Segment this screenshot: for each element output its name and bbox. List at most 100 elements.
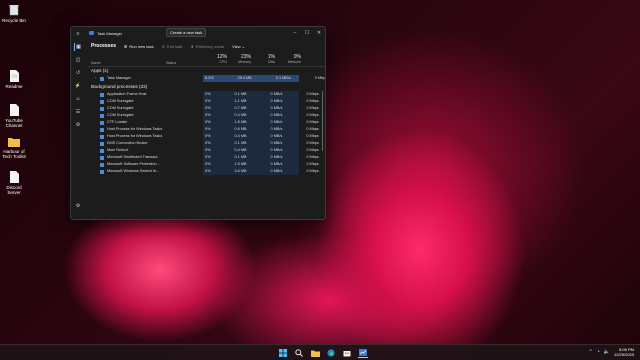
column-status[interactable]: Status [166,61,176,65]
network-value: 0 Mbps [306,92,319,96]
process-icon [100,106,104,111]
network-value: 0 Mbps [306,162,319,166]
desktop-icon-label: Readme [5,84,23,89]
network-value: 0 Mbps [306,99,319,103]
disk-value: 0 MB/s [270,113,283,117]
process-row[interactable]: Microsoft Distributed Transact... 0% 0.1 M… [87,154,319,161]
process-row[interactable]: Host Process for Windows Tasks 0% 0.4 MB 0 … [87,133,319,140]
process-name-text: COM Surrogate [107,106,134,110]
scrollbar[interactable] [321,91,323,151]
task-manager-app-icon [89,31,94,35]
memory-value: 1.5 MB [234,162,247,166]
efficiency-mode-button[interactable]: ❦ Efficiency mode [191,44,225,49]
file-explorer-button[interactable] [310,348,320,358]
desktop-icon-label: Harbour of Tech Toolkit [2,149,26,159]
process-icon [100,141,104,146]
maximize-button[interactable]: ☐ [301,30,313,36]
app-row[interactable]: › Task Manager 6.2% 29.4 MB 0.1 MB/s 0 Mbps [87,75,325,82]
users-nav-icon[interactable]: ☺ [74,95,82,103]
process-icon [100,134,104,139]
services-nav-icon[interactable]: ⚙ [74,121,82,129]
volume-icon[interactable]: 🔈 [604,349,610,355]
process-name-text: CTF Loader [107,120,128,124]
details-nav-icon[interactable]: ☰ [74,108,82,116]
minimize-button[interactable]: – [289,30,301,36]
process-icon [100,155,104,160]
network-value: 0 Mbps [306,169,319,173]
process-name: Microsoft Windows Search In... [95,168,159,175]
startup-apps-nav-icon[interactable]: ⚡ [74,82,82,90]
processes-nav-icon[interactable]: ▦ [74,43,82,51]
process-row[interactable]: Host Process for Windows Tasks 0% 0.6 MB 0 … [87,126,319,133]
column-disk[interactable]: 1% Disk [253,54,275,64]
run-new-task-button[interactable]: ⊞ Run new task [124,44,154,49]
window-title: Task Manager [97,30,123,36]
start-button[interactable] [278,348,288,358]
column-memory[interactable]: 23% Memory [229,54,251,64]
process-row[interactable]: Microsoft Windows Search In... 0% 3.5 MB 0 … [87,168,319,175]
hamburger-menu-icon[interactable]: ≡ [74,30,82,38]
close-button[interactable]: ✕ [313,30,325,36]
process-name: COM Surrogate [95,98,134,105]
network-value: 0 Mbps [306,148,319,152]
desktop-icon-recycle-bin[interactable]: Recycle Bin [2,4,26,23]
edge-button[interactable] [326,348,336,358]
memory-value: 0.7 MB [234,106,247,110]
store-button[interactable] [342,348,352,358]
expand-chevron-icon[interactable]: › [95,75,99,82]
process-row[interactable]: Msm Reduct 0% 0.4 MB 0 MB/s 0 Mbps [87,147,319,154]
end-task-button[interactable]: ⊘ End task [162,44,183,49]
recycle-bin-icon [9,5,19,16]
cpu-value: 0% [205,141,211,145]
process-name-text: Microsoft Windows Search In... [107,169,160,173]
process-row[interactable]: COM Surrogate 0% 0.4 MB 0 MB/s 0 Mbps [87,112,319,119]
disk-value: 0 MB/s [270,106,283,110]
desktop-icon-discord-server[interactable]: Discord Server [2,171,26,195]
column-network[interactable]: 0% Network [277,54,301,64]
desktop-icon-harbour-toolkit[interactable]: Harbour of Tech Toolkit [2,137,26,159]
network-value: 0 Mbps [306,120,319,124]
clock[interactable]: 8:05 PM 12/25/2023 [614,347,634,357]
process-row[interactable]: Application Frame Host 0% 0.1 MB 0 MB/s 0 Mb… [87,91,319,98]
view-button[interactable]: View ⌄ [232,44,247,49]
cpu-value: 0% [205,92,211,96]
process-row[interactable]: COM Surrogate 0% 0.7 MB 0 MB/s 0 Mbps [87,105,319,112]
process-row[interactable]: COM Surrogate 0% 1.1 MB 0 MB/s 0 Mbps [87,98,319,105]
network-value: 0 Mbps [306,141,319,145]
chevron-up-icon[interactable]: ⌃ [589,349,593,355]
run-new-task-icon: ⊞ [124,43,128,49]
desktop-icon-label: Discord Server [6,185,22,195]
memory-value: 0.4 MB [234,113,247,117]
cpu-value: 6.2% [205,76,214,80]
desktop-icon-label: Recycle Bin [2,18,26,23]
column-cpu[interactable]: 12% CPU [205,54,227,64]
process-row[interactable]: Microsoft Software Protection... 0% 1.5 MB… [87,161,319,168]
process-icon [100,169,104,174]
column-name[interactable]: Name [91,61,101,65]
process-name-text: Application Frame Host [107,92,147,96]
process-row[interactable]: CTF Loader 0% 1.8 MB 0 MB/s 0 Mbps [87,119,319,126]
process-name: Microsoft Software Protection... [95,161,160,168]
cpu-value: 0% [205,99,211,103]
desktop-icon-readme[interactable]: Readme [2,70,26,89]
disk-value: 0 MB/s [270,148,283,152]
task-manager-nav: ≡ ▦ ◫ ↺ ⚡ ☺ ☰ ⚙ ⚙ [71,27,85,219]
memory-value: 3.5 MB [234,169,247,173]
cpu-value: 0% [205,169,211,173]
task-manager-taskbar-button[interactable] [358,348,368,358]
performance-nav-icon[interactable]: ◫ [74,56,82,64]
app-history-nav-icon[interactable]: ↺ [74,69,82,77]
process-row[interactable]: KMS Connection Broker 0% 0.1 MB 0 MB/s 0 Mbp… [87,140,319,147]
disk-value: 0.1 MB/s [275,76,291,80]
network-icon[interactable]: ◔ [597,349,600,355]
system-tray: ⌃ ◔ 🔈 8:05 PM 12/25/2023 [589,347,635,357]
search-button[interactable] [294,348,304,358]
process-icon [100,76,104,81]
cpu-value: 0% [205,113,211,117]
process-name: Host Process for Windows Tasks [95,126,162,133]
settings-nav-icon[interactable]: ⚙ [74,202,82,210]
task-manager-window: ≡ ▦ ◫ ↺ ⚡ ☺ ☰ ⚙ ⚙ Task Manager – ☐ ✕ Pro… [70,26,326,220]
desktop-icon-youtube-channel[interactable]: YouTube Channel [2,104,26,128]
process-name: COM Surrogate [95,105,134,112]
process-icon [100,113,104,118]
